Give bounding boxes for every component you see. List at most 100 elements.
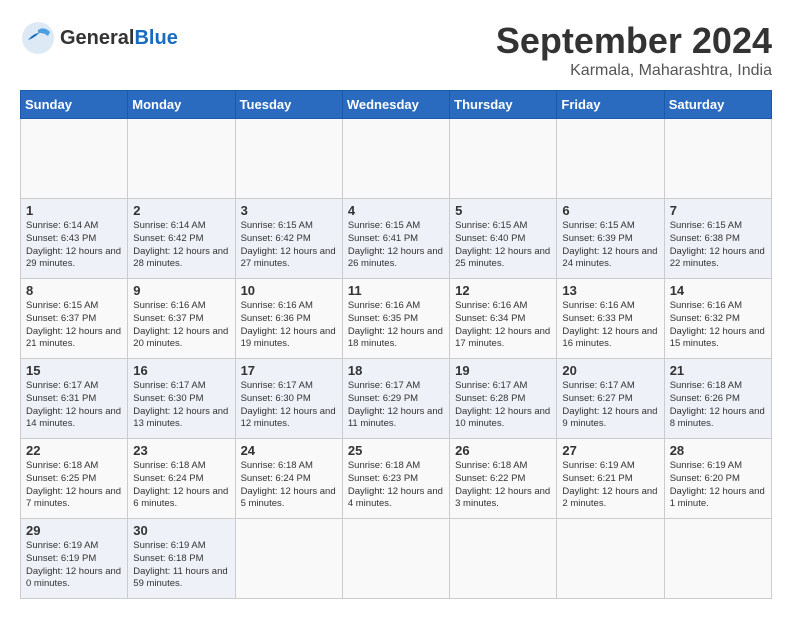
day-number: 27 [562,443,658,458]
day-number: 3 [241,203,337,218]
col-sunday: Sunday [21,91,128,119]
cell-info: Sunrise: 6:17 AMSunset: 6:30 PMDaylight:… [133,380,229,431]
col-wednesday: Wednesday [342,91,449,119]
cell-info: Sunrise: 6:19 AMSunset: 6:21 PMDaylight:… [562,460,658,511]
calendar-cell: 23 Sunrise: 6:18 AMSunset: 6:24 PMDayligh… [128,439,235,519]
calendar-cell: 29 Sunrise: 6:19 AMSunset: 6:19 PMDayligh… [21,519,128,599]
calendar-cell: 24Sunrise: 6:18 AMSunset: 6:24 PMDayligh… [235,439,342,519]
calendar-cell: 13 Sunrise: 6:16 AMSunset: 6:33 PMDayligh… [557,279,664,359]
logo: GeneralBlue [20,20,178,56]
day-number: 14 [670,283,766,298]
calendar-cell: 6Sunrise: 6:15 AMSunset: 6:39 PMDaylight… [557,199,664,279]
calendar-cell [128,119,235,199]
cell-info: Sunrise: 6:15 AMSunset: 6:41 PMDaylight:… [348,220,444,271]
day-number: 4 [348,203,444,218]
calendar-cell: 17 Sunrise: 6:17 AMSunset: 6:30 PMDayligh… [235,359,342,439]
calendar-week-row: 15 Sunrise: 6:17 AMSunset: 6:31 PMDayligh… [21,359,772,439]
col-tuesday: Tuesday [235,91,342,119]
cell-info: Sunrise: 6:18 AMSunset: 6:22 PMDaylight:… [455,460,551,511]
calendar-week-row [21,119,772,199]
cell-info: Sunrise: 6:18 AMSunset: 6:23 PMDaylight:… [348,460,444,511]
calendar-cell: 15 Sunrise: 6:17 AMSunset: 6:31 PMDayligh… [21,359,128,439]
calendar-cell: 28 Sunrise: 6:19 AMSunset: 6:20 PMDayligh… [664,439,771,519]
cell-info: Sunrise: 6:16 AMSunset: 6:33 PMDaylight:… [562,300,658,351]
cell-info: Sunrise: 6:18 AMSunset: 6:24 PMDaylight:… [241,460,337,511]
day-number: 28 [670,443,766,458]
cell-info: Sunrise: 6:17 AMSunset: 6:30 PMDaylight:… [241,380,337,431]
calendar-cell: 25 Sunrise: 6:18 AMSunset: 6:23 PMDayligh… [342,439,449,519]
day-number: 1 [26,203,122,218]
cell-info: Sunrise: 6:16 AMSunset: 6:37 PMDaylight:… [133,300,229,351]
col-monday: Monday [128,91,235,119]
calendar-week-row: 8Sunrise: 6:15 AMSunset: 6:37 PMDaylight… [21,279,772,359]
location-title: Karmala, Maharashtra, India [496,62,772,80]
day-number: 13 [562,283,658,298]
cell-info: Sunrise: 6:17 AMSunset: 6:27 PMDaylight:… [562,380,658,431]
page-header: GeneralBlue September 2024 Karmala, Maha… [20,20,772,80]
calendar-cell [664,119,771,199]
cell-info: Sunrise: 6:19 AMSunset: 6:18 PMDaylight:… [133,540,229,591]
calendar-cell: 10 Sunrise: 6:16 AMSunset: 6:36 PMDayligh… [235,279,342,359]
calendar-cell: 7 Sunrise: 6:15 AMSunset: 6:38 PMDaylight… [664,199,771,279]
cell-info: Sunrise: 6:15 AMSunset: 6:40 PMDaylight:… [455,220,551,271]
day-number: 12 [455,283,551,298]
calendar-cell: 12 Sunrise: 6:16 AMSunset: 6:34 PMDayligh… [450,279,557,359]
calendar-cell [450,519,557,599]
calendar-cell: 5Sunrise: 6:15 AMSunset: 6:40 PMDaylight… [450,199,557,279]
month-title: September 2024 [496,20,772,62]
cell-info: Sunrise: 6:14 AMSunset: 6:42 PMDaylight:… [133,220,229,271]
day-number: 7 [670,203,766,218]
cell-info: Sunrise: 6:18 AMSunset: 6:24 PMDaylight:… [133,460,229,511]
day-number: 23 [133,443,229,458]
cell-info: Sunrise: 6:16 AMSunset: 6:34 PMDaylight:… [455,300,551,351]
cell-info: Sunrise: 6:15 AMSunset: 6:38 PMDaylight:… [670,220,766,271]
day-number: 30 [133,523,229,538]
calendar-cell [342,119,449,199]
calendar-cell: 20Sunrise: 6:17 AMSunset: 6:27 PMDayligh… [557,359,664,439]
calendar-cell: 14 Sunrise: 6:16 AMSunset: 6:32 PMDayligh… [664,279,771,359]
day-number: 8 [26,283,122,298]
day-number: 16 [133,363,229,378]
cell-info: Sunrise: 6:19 AMSunset: 6:19 PMDaylight:… [26,540,122,591]
calendar-cell: 8Sunrise: 6:15 AMSunset: 6:37 PMDaylight… [21,279,128,359]
calendar-cell: 18Sunrise: 6:17 AMSunset: 6:29 PMDayligh… [342,359,449,439]
cell-info: Sunrise: 6:17 AMSunset: 6:31 PMDaylight:… [26,380,122,431]
calendar-cell [235,119,342,199]
logo-general: General [60,27,134,49]
calendar-cell: 27 Sunrise: 6:19 AMSunset: 6:21 PMDayligh… [557,439,664,519]
calendar-cell: 21Sunrise: 6:18 AMSunset: 6:26 PMDayligh… [664,359,771,439]
day-number: 18 [348,363,444,378]
col-friday: Friday [557,91,664,119]
calendar-cell: 4 Sunrise: 6:15 AMSunset: 6:41 PMDaylight… [342,199,449,279]
day-number: 15 [26,363,122,378]
calendar-cell: 11Sunrise: 6:16 AMSunset: 6:35 PMDayligh… [342,279,449,359]
calendar-week-row: 22Sunrise: 6:18 AMSunset: 6:25 PMDayligh… [21,439,772,519]
calendar-cell [235,519,342,599]
day-number: 25 [348,443,444,458]
day-number: 21 [670,363,766,378]
cell-info: Sunrise: 6:19 AMSunset: 6:20 PMDaylight:… [670,460,766,511]
calendar-cell [450,119,557,199]
cell-info: Sunrise: 6:16 AMSunset: 6:32 PMDaylight:… [670,300,766,351]
calendar-cell [664,519,771,599]
day-number: 10 [241,283,337,298]
col-saturday: Saturday [664,91,771,119]
col-thursday: Thursday [450,91,557,119]
logo-blue: Blue [134,27,177,49]
day-number: 22 [26,443,122,458]
calendar-cell [557,119,664,199]
cell-info: Sunrise: 6:16 AMSunset: 6:36 PMDaylight:… [241,300,337,351]
calendar-cell [557,519,664,599]
calendar-cell: 1Sunrise: 6:14 AMSunset: 6:43 PMDaylight… [21,199,128,279]
day-number: 11 [348,283,444,298]
day-number: 17 [241,363,337,378]
day-number: 29 [26,523,122,538]
calendar-week-row: 1Sunrise: 6:14 AMSunset: 6:43 PMDaylight… [21,199,772,279]
calendar-cell: 16 Sunrise: 6:17 AMSunset: 6:30 PMDayligh… [128,359,235,439]
day-number: 9 [133,283,229,298]
day-number: 6 [562,203,658,218]
day-number: 19 [455,363,551,378]
logo-icon [20,20,56,56]
calendar-cell: 26Sunrise: 6:18 AMSunset: 6:22 PMDayligh… [450,439,557,519]
calendar-cell: 3Sunrise: 6:15 AMSunset: 6:42 PMDaylight… [235,199,342,279]
